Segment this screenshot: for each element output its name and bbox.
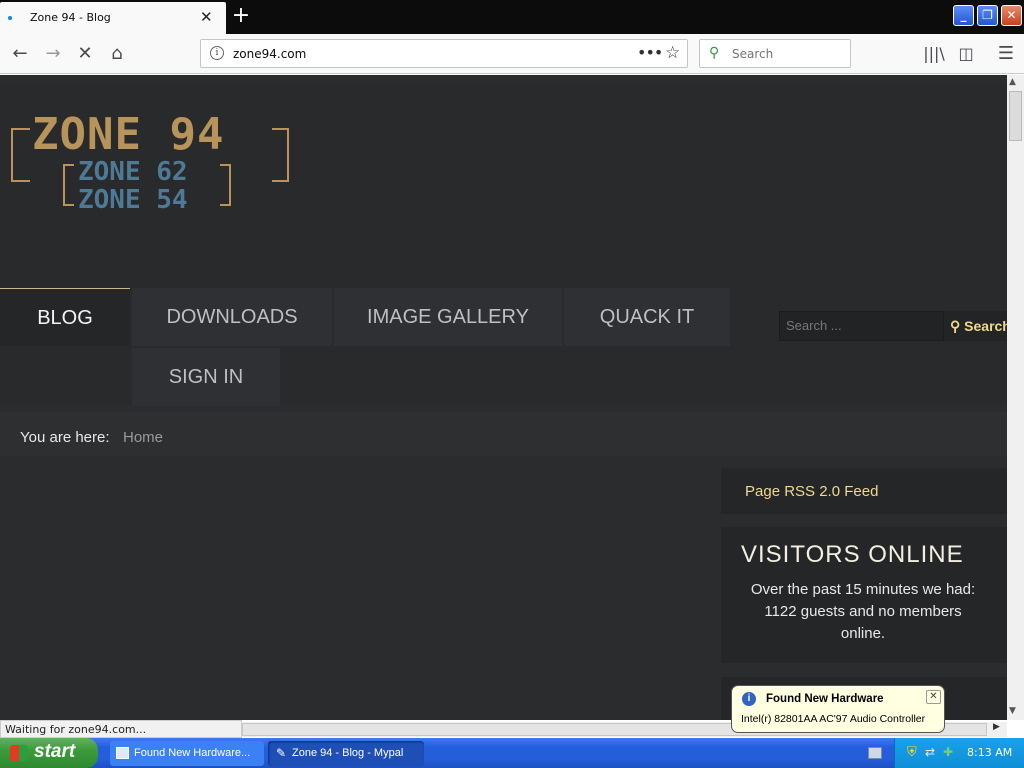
site-search-button[interactable]: ⚲ Search xyxy=(944,311,1007,341)
nav-quack-it[interactable]: QUACK IT xyxy=(564,288,730,346)
home-icon[interactable]: ⌂ xyxy=(105,42,129,66)
security-shield-icon[interactable]: ⛨ xyxy=(907,745,917,760)
scroll-down-icon[interactable]: ▼ xyxy=(1009,706,1016,716)
url-text: zone94.com xyxy=(233,47,307,61)
scroll-right-icon[interactable]: ▶ xyxy=(993,722,1000,732)
rss-box: Page RSS 2.0 Feed xyxy=(721,468,1007,514)
library-icon[interactable]: |||\ xyxy=(922,42,946,66)
visitors-online-text: Over the past 15 minutes we had: 1122 gu… xyxy=(750,581,976,642)
minimize-icon[interactable]: _ xyxy=(953,5,974,26)
window-icon xyxy=(116,747,129,759)
browser-search-placeholder: Search xyxy=(732,47,774,61)
stop-icon[interactable]: ✕ xyxy=(73,42,97,66)
site-header: ZONE 94 ZONE 62 ZONE 54 BLOG DOWNLOADS I… xyxy=(0,85,1007,406)
vertical-scroll-thumb[interactable] xyxy=(1009,91,1022,141)
vertical-scrollbar[interactable]: ▲ ▼ xyxy=(1007,75,1024,720)
scroll-up-icon[interactable]: ▲ xyxy=(1009,77,1016,87)
tab-bar: Zone 94 - Blog ✕ + _ ❐ ✕ xyxy=(0,0,1024,34)
info-icon[interactable]: i xyxy=(210,46,224,60)
logo-sub-text-2: ZONE 54 xyxy=(78,185,188,215)
nav-downloads[interactable]: DOWNLOADS xyxy=(132,288,332,346)
nav-image-gallery[interactable]: IMAGE GALLERY xyxy=(334,288,562,346)
logo-main-text: ZONE 94 xyxy=(32,109,225,160)
browser-search-box[interactable]: ⚲ Search xyxy=(699,39,851,68)
taskbar: start Found New Hardware... ✎ Zone 94 - … xyxy=(0,738,1024,768)
network-icon[interactable]: ⇄ xyxy=(925,745,935,759)
forward-arrow-icon[interactable]: → xyxy=(41,42,65,66)
taskbar-item-label: Zone 94 - Blog - Mypal xyxy=(292,747,404,759)
rss-feed-link[interactable]: Page RSS 2.0 Feed xyxy=(745,483,878,500)
tab-title: Zone 94 - Blog xyxy=(30,11,111,24)
system-tray: ⛨ ⇄ ✚ 8:13 AM xyxy=(894,738,1024,768)
taskbar-item-hardware[interactable]: Found New Hardware... xyxy=(110,741,264,766)
close-tab-icon[interactable]: ✕ xyxy=(200,8,213,26)
url-bar[interactable]: i zone94.com ••• ☆ xyxy=(200,39,688,68)
new-tab-icon[interactable]: + xyxy=(230,3,252,29)
loading-dot-icon xyxy=(8,16,12,20)
hardware-notification[interactable]: i Found New Hardware ✕ Intel(r) 82801AA … xyxy=(731,685,945,733)
navigation-toolbar: ← → ✕ ⌂ i zone94.com ••• ☆ ⚲ Search |||\… xyxy=(0,34,1024,74)
breadcrumb: You are here: Home xyxy=(0,412,1007,456)
web-page: ZONE 94 ZONE 62 ZONE 54 BLOG DOWNLOADS I… xyxy=(0,75,1007,720)
nav-blog[interactable]: BLOG xyxy=(0,288,130,346)
taskbar-item-browser[interactable]: ✎ Zone 94 - Blog - Mypal xyxy=(268,741,424,766)
hardware-icon[interactable]: ✚ xyxy=(943,745,953,759)
notification-body: Intel(r) 82801AA AC'97 Audio Controller xyxy=(741,713,926,725)
site-search-button-label: Search xyxy=(964,318,1007,334)
search-icon: ⚲ xyxy=(709,45,720,61)
windows-logo-icon xyxy=(10,745,28,761)
taskbar-item-label: Found New Hardware... xyxy=(134,747,251,759)
status-bar: Waiting for zone94.com... xyxy=(0,720,242,738)
breadcrumb-label: You are here: xyxy=(20,429,110,446)
back-arrow-icon[interactable]: ← xyxy=(8,42,32,66)
visitors-online-box: VISITORS ONLINE Over the past 15 minutes… xyxy=(721,527,1007,663)
clock[interactable]: 8:13 AM xyxy=(967,746,1012,759)
browser-tab[interactable]: Zone 94 - Blog ✕ xyxy=(0,2,226,34)
start-button[interactable]: start xyxy=(0,738,98,768)
breadcrumb-home-link[interactable]: Home xyxy=(123,429,163,446)
close-window-icon[interactable]: ✕ xyxy=(1001,5,1022,26)
notification-title: Found New Hardware xyxy=(766,693,884,705)
nav-sign-in[interactable]: SIGN IN xyxy=(132,348,280,406)
browser-icon: ✎ xyxy=(276,746,287,760)
main-content-area xyxy=(0,468,708,720)
site-logo[interactable]: ZONE 94 ZONE 62 ZONE 54 xyxy=(10,109,292,215)
bookmark-star-icon[interactable]: ☆ xyxy=(665,43,680,63)
start-label: start xyxy=(34,741,76,762)
keyboard-icon[interactable] xyxy=(868,747,882,759)
page-actions-icon[interactable]: ••• xyxy=(637,43,663,62)
sidebar-icon[interactable]: ◫ xyxy=(954,42,978,66)
close-notification-icon[interactable]: ✕ xyxy=(926,690,941,704)
menu-icon[interactable]: ☰ xyxy=(994,42,1018,66)
visitors-online-title: VISITORS ONLINE xyxy=(741,541,964,568)
restore-icon[interactable]: ❐ xyxy=(977,5,998,26)
info-icon: i xyxy=(742,692,756,706)
magnifier-icon: ⚲ xyxy=(950,318,961,334)
logo-sub-text-1: ZONE 62 xyxy=(78,157,188,187)
site-search-input[interactable]: Search ... xyxy=(779,311,944,341)
